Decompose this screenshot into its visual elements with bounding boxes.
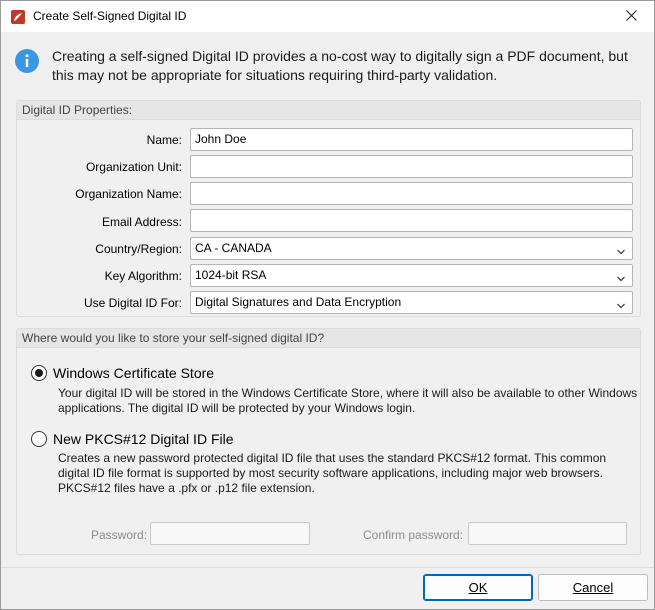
use-digital-id-select[interactable]: Digital Signatures and Data Encryption [190, 291, 633, 314]
cancel-button-label: Cancel [572, 580, 614, 595]
windows-certificate-store-option[interactable]: Windows Certificate Store [31, 365, 214, 381]
password-label: Password: [91, 528, 148, 542]
confirm-password-field[interactable] [468, 522, 627, 545]
name-label: Name: [146, 133, 182, 147]
key-algorithm-label: Key Algorithm: [104, 269, 182, 283]
name-field[interactable]: John Doe [190, 128, 633, 151]
windows-certificate-store-radio[interactable] [31, 365, 47, 381]
title-bar: Create Self-Signed Digital ID [1, 1, 654, 32]
use-digital-id-value: Digital Signatures and Data Encryption [195, 295, 402, 309]
password-field[interactable] [150, 522, 310, 545]
pkcs12-file-label[interactable]: New PKCS#12 Digital ID File [53, 431, 234, 447]
windows-certificate-store-label[interactable]: Windows Certificate Store [53, 365, 214, 381]
pkcs12-file-description: Creates a new password protected digital… [58, 451, 607, 495]
organization-unit-field[interactable] [190, 155, 633, 178]
country-label: Country/Region: [95, 242, 182, 256]
key-algorithm-select[interactable]: 1024-bit RSA [190, 264, 633, 287]
email-field[interactable] [190, 209, 633, 232]
pdf-app-icon [10, 9, 26, 25]
ok-button-label: OK [468, 580, 488, 595]
chevron-down-icon [616, 297, 626, 309]
dialog-window: Create Self-Signed Digital ID Creating a… [0, 0, 655, 610]
digital-id-properties-group: Digital ID Properties: Name: John Doe Or… [16, 100, 641, 317]
close-icon [625, 9, 637, 24]
info-text: Creating a self-signed Digital ID provid… [52, 48, 628, 83]
cancel-button[interactable]: Cancel [538, 574, 648, 601]
footer-divider [1, 567, 654, 568]
email-label: Email Address: [101, 215, 182, 229]
info-icon [15, 49, 39, 73]
storage-header: Where would you like to store your self-… [17, 329, 640, 348]
windows-certificate-store-description: Your digital ID will be stored in the Wi… [58, 386, 638, 415]
window-title: Create Self-Signed Digital ID [33, 9, 187, 23]
properties-header: Digital ID Properties: [17, 101, 640, 120]
ok-button[interactable]: OK [423, 574, 533, 601]
country-select[interactable]: CA - CANADA [190, 237, 633, 260]
confirm-password-label: Confirm password: [363, 528, 464, 542]
pkcs12-file-option[interactable]: New PKCS#12 Digital ID File [31, 431, 234, 447]
info-banner: Creating a self-signed Digital ID provid… [15, 47, 640, 87]
pkcs12-file-radio[interactable] [31, 431, 47, 447]
country-value: CA - CANADA [195, 241, 272, 255]
organization-name-field[interactable] [190, 182, 633, 205]
close-button[interactable] [608, 1, 654, 32]
chevron-down-icon [616, 243, 626, 255]
organization-unit-label: Organization Unit: [85, 160, 182, 174]
organization-name-label: Organization Name: [75, 187, 182, 201]
storage-group: Where would you like to store your self-… [16, 328, 641, 555]
key-algorithm-value: 1024-bit RSA [195, 268, 267, 282]
chevron-down-icon [616, 270, 626, 282]
use-digital-id-label: Use Digital ID For: [83, 296, 182, 310]
